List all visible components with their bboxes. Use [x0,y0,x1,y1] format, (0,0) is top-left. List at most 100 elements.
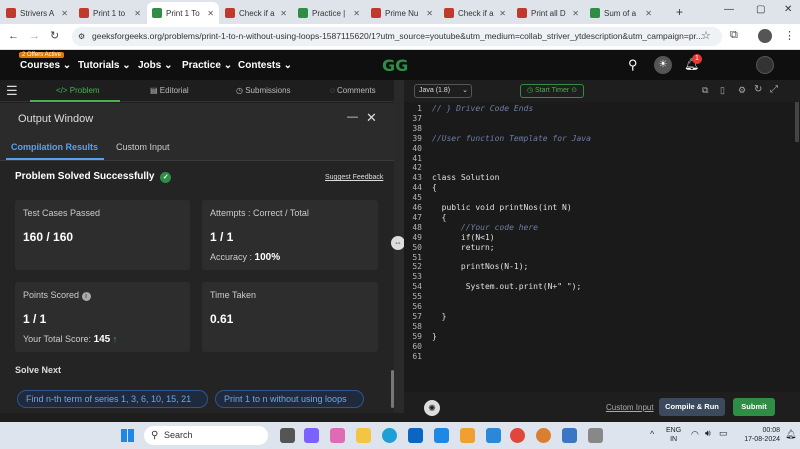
close-tab-icon[interactable]: ✕ [61,9,68,18]
reset-icon[interactable]: ↻ [754,84,762,95]
camera-icon[interactable] [588,428,603,443]
code-line[interactable]: } [432,312,447,321]
code-line[interactable]: // } Driver Code Ends [432,104,533,113]
url-field[interactable]: ⚙ geeksforgeeks.org/problems/print-1-to-… [72,27,722,46]
back-icon[interactable]: ← [8,30,19,42]
tray-chevron-icon[interactable]: ^ [650,429,654,439]
custom-input-link[interactable]: Custom Input [606,403,654,412]
nav-courses[interactable]: Courses ⌄ [20,60,71,71]
tab-custom-input[interactable]: Custom Input [116,142,170,152]
forward-icon[interactable]: → [29,30,40,42]
notifications-icon[interactable]: 🔔︎ [785,429,796,440]
browser-tab[interactable]: Prime Nu ✕ [366,2,438,24]
close-tab-icon[interactable]: ✕ [353,9,360,18]
code-line[interactable]: { [432,183,437,192]
theme-toggle-icon[interactable]: ☀ [654,56,672,74]
copilot-icon[interactable] [330,428,345,443]
submit-button[interactable]: Submit [733,398,775,416]
docs-icon[interactable]: ▯ [720,85,725,96]
maximize-icon[interactable]: ▢ [756,4,765,15]
code-line[interactable]: class Solution [432,173,499,182]
browser-tab[interactable]: Print all D ✕ [512,2,584,24]
taskbar-search[interactable]: ⚲ Search [144,426,268,445]
photo-viewer-icon[interactable] [562,428,577,443]
code-editor[interactable]: 1 37 38 39 40 41 42 43 44 45 46 47 48 49 50 51 52 53 54 55 5… [404,102,800,392]
nav-tutorials[interactable]: Tutorials ⌄ [78,60,131,71]
code-line[interactable]: { [432,213,447,222]
clock[interactable]: 00:08 17-08-2024 [736,426,780,444]
volume-icon[interactable]: 🔊︎ [705,428,711,439]
drag-handle-icon[interactable]: ⇔ [391,236,405,250]
suggest-feedback-link[interactable]: Suggest Feedback [325,174,383,181]
extensions-icon[interactable]: ⧉ [730,29,738,42]
browser-menu-icon[interactable]: ⋮ [784,29,795,42]
browser-tab[interactable]: Strivers A ✕ [1,2,73,24]
profile-avatar[interactable] [758,29,772,43]
code-line[interactable]: return; [432,243,495,252]
language-indicator[interactable]: ENG IN [666,426,681,444]
offers-badge[interactable]: 2 Offers Active [19,52,64,58]
ai-assist-icon[interactable]: ✺ [424,400,440,416]
code-line[interactable]: //Your code here [432,223,538,232]
close-tab-icon[interactable]: ✕ [645,9,652,18]
editor-scrollbar[interactable] [795,102,799,142]
info-icon[interactable]: i [81,292,91,301]
wifi-icon[interactable]: ◠ [691,429,699,440]
code-line[interactable]: printNos(N-1); [432,262,528,271]
browser-tab[interactable]: Print 1 To ✕ [147,2,219,24]
tab-submissions[interactable]: ◷ Submissions [236,86,291,95]
close-tab-icon[interactable]: ✕ [134,9,141,18]
nav-practice[interactable]: Practice ⌄ [182,60,232,71]
code-line[interactable]: System.out.print(N+" "); [432,282,582,291]
nav-contests[interactable]: Contests ⌄ [238,60,292,71]
edge-icon[interactable] [382,428,397,443]
copy-icon[interactable]: ⧉ [702,85,708,96]
new-tab-icon[interactable]: + [676,5,683,19]
close-tab-icon[interactable]: ✕ [572,9,579,18]
store-icon[interactable] [434,428,449,443]
gfg-logo[interactable]: GG [382,56,408,75]
reload-icon[interactable]: ↻ [50,29,59,42]
chat-icon[interactable] [304,428,319,443]
close-tab-icon[interactable]: ✕ [280,9,287,18]
chrome-icon[interactable] [510,428,525,443]
code-line[interactable]: public void printNos(int N) [432,203,572,212]
browser-tab[interactable]: Sum of a ✕ [585,2,657,24]
windows-start-icon[interactable] [121,429,134,442]
close-tab-icon[interactable]: ✕ [426,9,433,18]
settings-icon[interactable]: ⚙ [738,85,746,96]
browser-tab[interactable]: Practice | ✕ [293,2,365,24]
tab-comments[interactable]: ◌ Comments [330,86,376,95]
minimize-icon[interactable]: — [724,4,734,15]
app-icon[interactable] [460,428,475,443]
close-tab-icon[interactable]: ✕ [207,9,214,18]
tab-problem[interactable]: </> Problem [56,86,100,95]
language-select[interactable]: Java (1.8) ⌄ [414,84,472,98]
battery-icon[interactable]: ▭ [719,428,728,439]
search-icon[interactable]: ⚲ [628,57,638,73]
user-avatar[interactable] [756,56,774,74]
browser-tab[interactable]: Print 1 to ✕ [74,2,146,24]
file-explorer-icon[interactable] [280,428,295,443]
code-line[interactable]: } [432,332,437,341]
minimize-output-icon[interactable]: — [347,111,358,123]
panel-splitter[interactable]: ⇔ [391,80,405,413]
tab-editorial[interactable]: ▤ Editorial [150,86,189,95]
bookmark-star-icon[interactable]: ☆ [701,29,711,42]
browser-tab[interactable]: Check if a ✕ [220,2,292,24]
tab-compilation-results[interactable]: Compilation Results [11,142,98,152]
linkedin-icon[interactable] [408,428,423,443]
start-timer-button[interactable]: ◷ Start Timer ⊙ [520,84,584,98]
folder-icon[interactable] [356,428,371,443]
chrome-profile-icon[interactable] [536,428,551,443]
hamburger-menu-icon[interactable]: ☰ [6,83,18,99]
nav-jobs[interactable]: Jobs ⌄ [138,60,173,71]
code-line[interactable]: //User function Template for Java [432,134,591,143]
close-output-icon[interactable]: ✕ [366,110,377,126]
code-line[interactable]: if(N<1) [432,233,495,242]
suggestion-pill[interactable]: Find n-th term of series 1, 3, 6, 10, 15… [17,390,208,408]
site-info-icon[interactable]: ⚙ [78,27,85,46]
browser-tab[interactable]: Check if a ✕ [439,2,511,24]
photos-icon[interactable] [486,428,501,443]
close-tab-icon[interactable]: ✕ [499,9,506,18]
